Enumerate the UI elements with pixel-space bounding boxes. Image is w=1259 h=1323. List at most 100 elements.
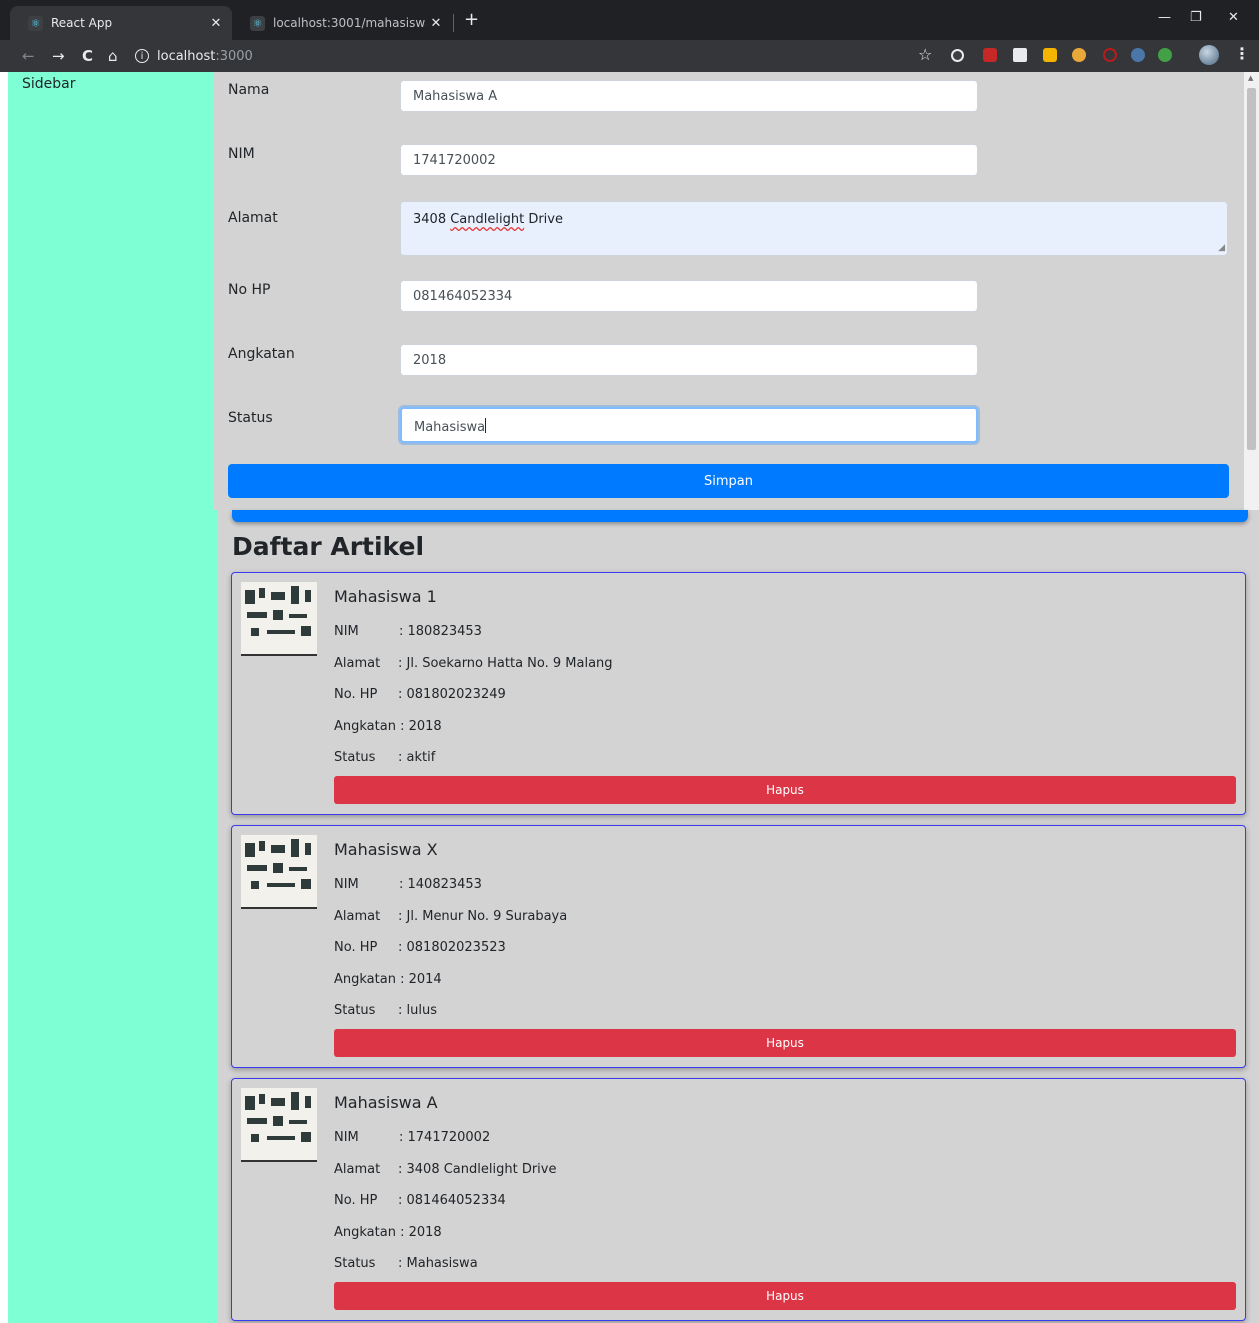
student-name: Mahasiswa A — [334, 1093, 438, 1112]
restore-icon[interactable]: ❐ — [1190, 10, 1202, 25]
nim-input[interactable] — [400, 144, 978, 176]
nim-value: : 1741720002 — [399, 1130, 491, 1145]
alamat-row: Alamat : Jl. Menur No. 9 Surabaya — [334, 909, 567, 924]
alamat-misspelled-word: Candlelight — [450, 212, 525, 227]
alamat-label: Alamat — [334, 1162, 381, 1177]
profile-avatar[interactable] — [1199, 45, 1219, 65]
close-window-icon[interactable]: ✕ — [1228, 10, 1239, 25]
nim-label: NIM — [334, 624, 359, 639]
status-value: : Mahasiswa — [398, 1256, 478, 1271]
back-icon[interactable]: ← — [22, 46, 35, 66]
status-row: Status : Mahasiswa — [334, 1256, 478, 1271]
scrollbar-thumb[interactable] — [1247, 88, 1256, 450]
react-favicon-icon: ⚛ — [250, 15, 265, 31]
no-hp-row: No. HP : 081464052334 — [334, 1193, 506, 1208]
scroll-up-icon[interactable]: ▲ — [1248, 74, 1253, 82]
text-caret — [485, 418, 487, 433]
alamat-textarea[interactable]: 3408 Candlelight Drive ◢ — [400, 201, 1228, 256]
student-card: Mahasiswa A NIM : 1741720002 Alamat : 3408… — [231, 1078, 1246, 1321]
angkatan-row: Angkatan : 2018 — [334, 1225, 442, 1240]
student-thumbnail — [241, 835, 317, 909]
label-alamat: Alamat — [228, 210, 278, 226]
nama-input[interactable] — [400, 80, 978, 112]
status-label: Status — [334, 1256, 376, 1271]
angkatan-value: : 2018 — [400, 719, 442, 734]
alamat-text-part: Drive — [524, 212, 563, 227]
url-port: :3000 — [215, 48, 253, 64]
home-icon[interactable]: ⌂ — [108, 46, 118, 66]
hapus-button[interactable]: Hapus — [334, 776, 1236, 804]
vk-extension-icon[interactable] — [1131, 48, 1145, 62]
tab-react-app[interactable]: ⚛ React App ✕ — [10, 6, 232, 40]
green-extension-icon[interactable] — [1158, 48, 1172, 62]
simpan-button[interactable]: Simpan — [228, 464, 1229, 498]
angkatan-row: Angkatan : 2018 — [334, 719, 442, 734]
no-hp-label: No. HP — [334, 1193, 378, 1208]
angkatan-value: : 2018 — [400, 1225, 442, 1240]
close-tab-icon[interactable]: ✕ — [426, 16, 446, 31]
status-input-value: Mahasiswa — [414, 420, 486, 435]
tab-title: React App — [51, 16, 113, 30]
angkatan-value: : 2014 — [400, 972, 442, 987]
label-angkatan: Angkatan — [228, 346, 295, 362]
close-tab-icon[interactable]: ✕ — [206, 16, 226, 31]
no-hp-value: : 081802023249 — [398, 687, 506, 702]
nim-label: NIM — [334, 1130, 359, 1145]
bookmark-star-icon[interactable]: ☆ — [918, 45, 932, 64]
alamat-row: Alamat: Jl. Soekarno Hatta No. 9 Malang — [334, 656, 613, 671]
hapus-button[interactable]: Hapus — [334, 1282, 1236, 1310]
label-status: Status — [228, 410, 273, 426]
tab-title: localhost:3001/mahasiswa — [273, 16, 426, 30]
no-hp-value: : 081464052334 — [398, 1193, 506, 1208]
cookie-extension-icon[interactable] — [1072, 48, 1086, 62]
status-label: Status — [334, 1003, 376, 1018]
tab-localhost-mahasiswa[interactable]: ⚛ localhost:3001/mahasiswa ✕ — [238, 6, 452, 40]
menu-kebab-icon[interactable]: ⋮ — [1234, 44, 1250, 63]
nim-row: NIM : 180823453 — [334, 624, 482, 639]
status-input[interactable]: Mahasiswa — [400, 407, 978, 443]
info-icon[interactable]: i — [135, 49, 149, 63]
resize-handle-icon[interactable]: ◢ — [1218, 243, 1225, 253]
minimize-icon[interactable]: — — [1158, 10, 1171, 25]
calendar-extension-icon[interactable] — [1043, 48, 1057, 62]
alamat-value: : Jl. Soekarno Hatta No. 9 Malang — [398, 656, 613, 671]
sidebar: Sidebar — [8, 72, 214, 510]
forward-icon[interactable]: → — [52, 46, 65, 66]
label-nama: Nama — [228, 82, 270, 98]
student-thumbnail — [241, 582, 317, 656]
address-bar[interactable]: i localhost:3000 — [135, 44, 935, 68]
student-name: Mahasiswa 1 — [334, 587, 437, 606]
alamat-value: : Jl. Menur No. 9 Surabaya — [398, 909, 568, 924]
alamat-row: Alamat : 3408 Candlelight Drive — [334, 1162, 556, 1177]
alamat-label: Alamat — [334, 909, 381, 924]
alamat-value: : 3408 Candlelight Drive — [398, 1162, 557, 1177]
nim-label: NIM — [334, 877, 359, 892]
reload-icon[interactable]: C — [82, 46, 93, 66]
thumbnail-underline — [241, 907, 317, 909]
no-hp-row: No. HP: 081802023523 — [334, 940, 506, 955]
angkatan-row: Angkatan : 2014 — [334, 972, 442, 987]
s-extension-icon[interactable] — [1013, 48, 1027, 62]
extension-icon[interactable] — [951, 49, 964, 62]
sidebar-label: Sidebar — [22, 76, 76, 92]
browser-tab-bar: ⚛ React App ✕ ⚛ localhost:3001/mahasiswa… — [0, 0, 1259, 40]
new-tab-button[interactable]: + — [464, 9, 479, 30]
angkatan-label: Angkatan — [334, 719, 396, 734]
no-hp-row: No. HP: 081802023249 — [334, 687, 506, 702]
tab-separator — [453, 14, 454, 32]
thumbnail-underline — [241, 1160, 317, 1162]
status-row: Status: aktif — [334, 750, 435, 765]
nim-value: : 180823453 — [399, 624, 482, 639]
student-card: Mahasiswa 1 NIM : 180823453 Alamat: Jl. S… — [231, 572, 1246, 815]
record-extension-icon[interactable] — [1103, 48, 1117, 62]
pdf-extension-icon[interactable] — [983, 48, 997, 62]
status-value: : lulus — [398, 1003, 437, 1018]
hapus-button[interactable]: Hapus — [334, 1029, 1236, 1057]
list-title: Daftar Artikel — [232, 532, 425, 561]
angkatan-input[interactable] — [400, 344, 978, 376]
no-hp-label: No. HP — [334, 940, 378, 955]
no-hp-input[interactable] — [400, 280, 978, 312]
student-name: Mahasiswa X — [334, 840, 438, 859]
nim-value: : 140823453 — [399, 877, 482, 892]
sidebar-continued — [8, 510, 218, 1323]
